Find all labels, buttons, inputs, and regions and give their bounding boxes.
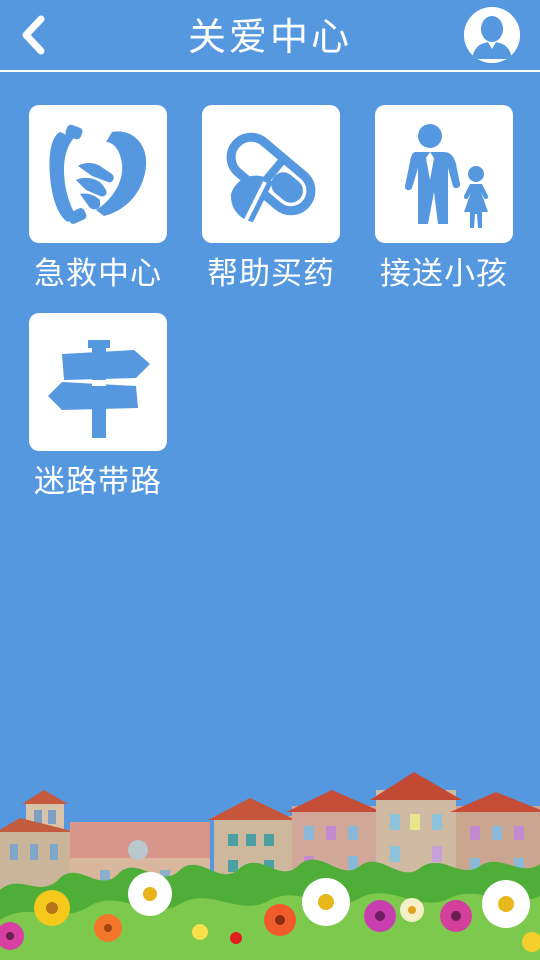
tile-buy-medicine[interactable]	[202, 105, 340, 243]
tile-label-emergency-center: 急救中心	[34, 256, 162, 292]
phone-handset-icon	[49, 124, 147, 224]
header-divider	[0, 70, 540, 72]
signpost-icon	[48, 340, 150, 438]
adult-and-child-icon	[404, 124, 489, 228]
user-avatar-icon	[464, 7, 520, 63]
page-title: 关爱中心	[187, 15, 352, 59]
tile-label-buy-medicine: 帮助买药	[207, 256, 335, 292]
tile-emergency-center[interactable]	[29, 105, 167, 243]
tile-label-pickup-child: 接送小孩	[380, 256, 508, 292]
header-bar: 关爱中心	[0, 0, 540, 70]
user-avatar-button[interactable]	[464, 7, 520, 63]
tile-label-lost-guide: 迷路带路	[34, 464, 162, 500]
medicine-pill-icon	[226, 132, 316, 223]
tile-pickup-child[interactable]	[375, 105, 513, 243]
town-garden-illustration	[0, 772, 540, 960]
tile-lost-guide[interactable]	[29, 313, 167, 451]
